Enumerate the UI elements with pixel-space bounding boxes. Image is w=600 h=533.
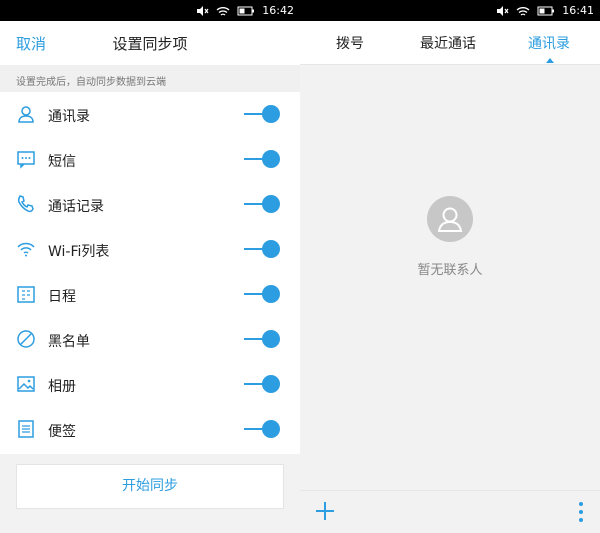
phone-icon [17, 195, 34, 213]
page-title: 设置同步项 [112, 35, 188, 53]
contacts-screen: 16:41 拨号 最近通话 通讯录 暂无联系人 [300, 0, 600, 533]
blacklist-toggle[interactable] [244, 329, 280, 349]
status-bar: 16:42 [0, 0, 300, 21]
sync-item-label: 通讯录 [48, 109, 90, 125]
status-bar: 16:41 [300, 0, 600, 21]
tab-contacts[interactable]: 通讯录 [528, 33, 570, 53]
battery-icon [237, 6, 255, 15]
sms-icon [17, 151, 35, 169]
battery-icon [537, 6, 555, 15]
calendar-icon [17, 286, 35, 303]
wifi-status-icon [216, 6, 230, 16]
notes-toggle[interactable] [244, 419, 280, 439]
contacts-toggle[interactable] [244, 104, 280, 124]
sync-item-calendar[interactable]: 日程 [0, 272, 300, 317]
bottom-toolbar [300, 490, 600, 533]
start-sync-button[interactable]: 开始同步 [16, 464, 284, 509]
empty-contacts-text: 暂无联系人 [417, 263, 483, 278]
sync-item-label: 通话记录 [48, 199, 104, 215]
empty-contacts-avatar-icon [427, 196, 473, 242]
status-time: 16:41 [562, 4, 594, 17]
sync-settings-screen: 16:42 取消 设置同步项 设置完成后，自动同步数据到云端 通讯录 短信 通话… [0, 0, 300, 533]
sync-item-gallery[interactable]: 相册 [0, 362, 300, 407]
sync-item-label: 相册 [48, 379, 76, 395]
blocked-icon [17, 330, 35, 348]
active-tab-indicator [546, 58, 554, 63]
sync-item-label: 日程 [48, 289, 76, 305]
wifi-status-icon [516, 6, 530, 16]
gallery-icon [17, 376, 35, 392]
sync-item-blacklist[interactable]: 黑名单 [0, 317, 300, 362]
wifi-icon [17, 242, 35, 257]
call-log-toggle[interactable] [244, 194, 280, 214]
sync-hint: 设置完成后，自动同步数据到云端 [0, 65, 300, 92]
contacts-icon [18, 106, 34, 123]
mute-icon [197, 5, 209, 16]
calendar-toggle[interactable] [244, 284, 280, 304]
tab-bar: 拨号 最近通话 通讯录 [300, 21, 600, 65]
tab-recent-calls[interactable]: 最近通话 [420, 33, 476, 53]
sync-item-label: Wi-Fi列表 [48, 244, 110, 260]
sync-item-label: 便签 [48, 424, 76, 440]
tab-dialer[interactable]: 拨号 [336, 33, 364, 53]
sync-item-label: 短信 [48, 154, 76, 170]
sync-item-label: 黑名单 [48, 334, 90, 350]
add-contact-icon[interactable] [314, 500, 336, 522]
sync-header: 取消 设置同步项 [0, 21, 300, 65]
sync-item-list: 通讯录 短信 通话记录 Wi-Fi列表 日程 黑名单 相册 便签 [0, 92, 300, 454]
sync-item-contacts[interactable]: 通讯录 [0, 92, 300, 137]
mute-icon [497, 5, 509, 16]
gallery-toggle[interactable] [244, 374, 280, 394]
status-time: 16:42 [262, 4, 294, 17]
sync-item-sms[interactable]: 短信 [0, 137, 300, 182]
sync-item-wifi[interactable]: Wi-Fi列表 [0, 227, 300, 272]
sms-toggle[interactable] [244, 149, 280, 169]
sync-item-notes[interactable]: 便签 [0, 407, 300, 452]
sync-item-call-log[interactable]: 通话记录 [0, 182, 300, 227]
wifi-toggle[interactable] [244, 239, 280, 259]
more-options-icon[interactable] [576, 499, 586, 525]
notes-icon [18, 420, 34, 438]
